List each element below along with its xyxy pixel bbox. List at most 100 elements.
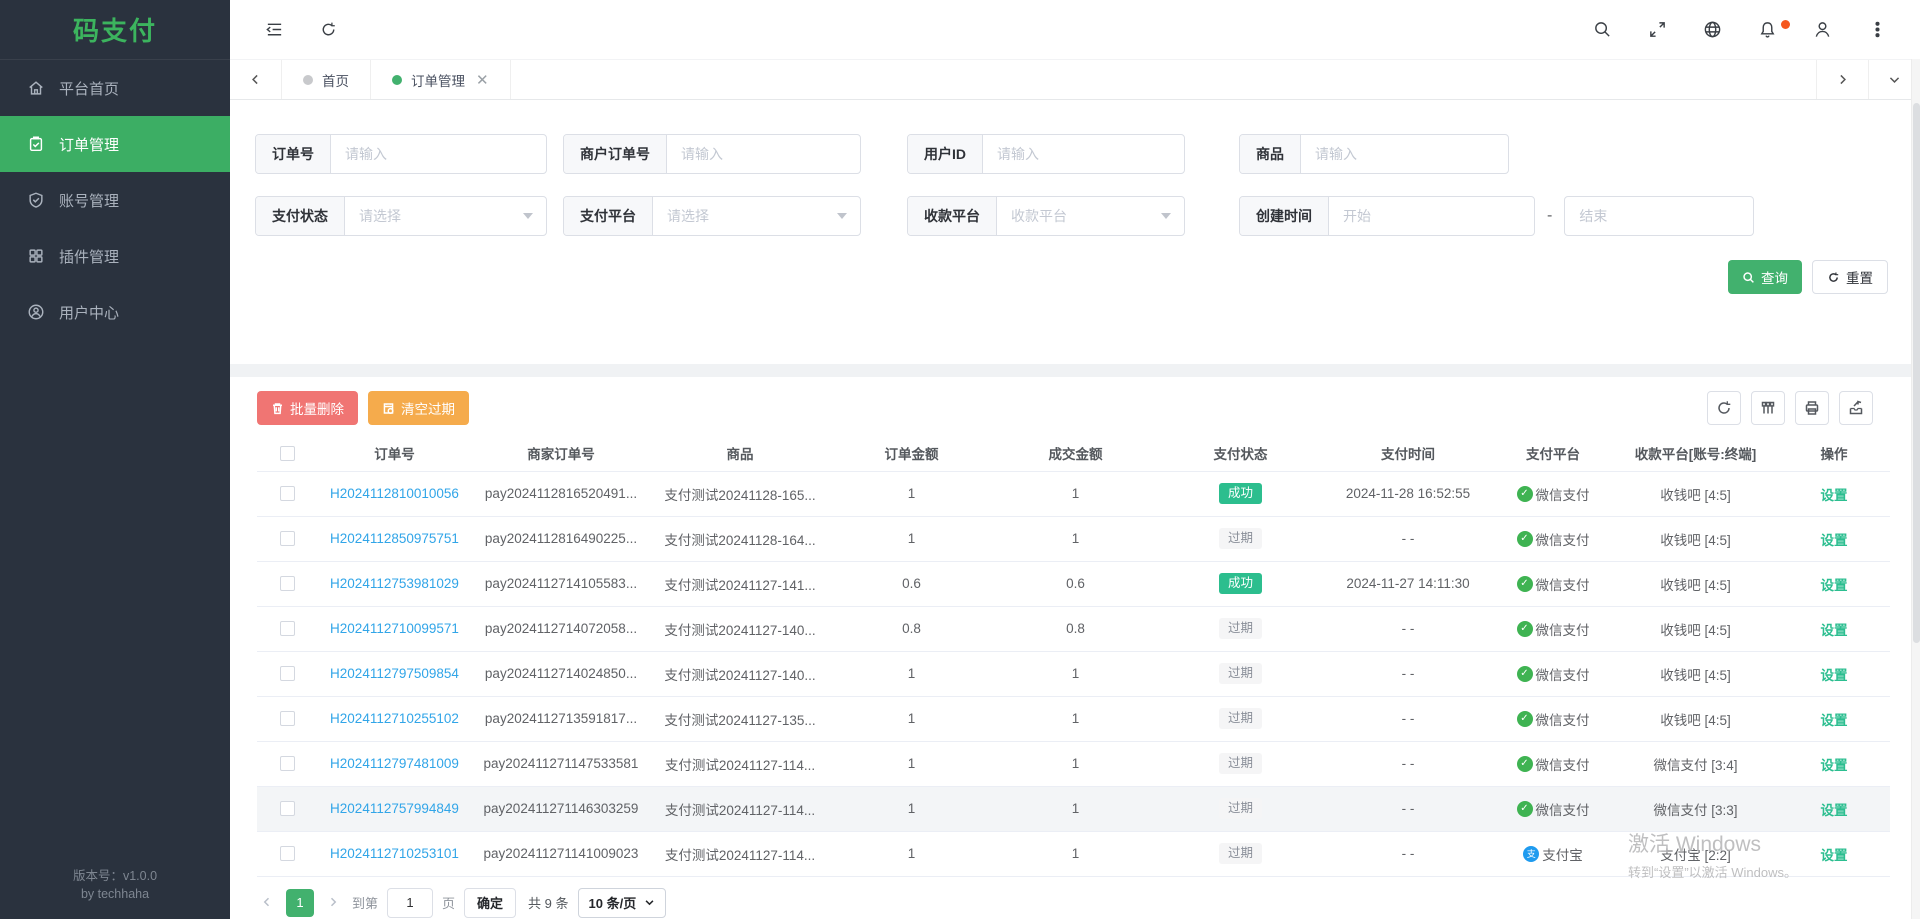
- settings-link[interactable]: 设置: [1821, 488, 1848, 503]
- sidebar-item-platform-home[interactable]: 平台首页: [0, 60, 230, 116]
- page-scrollbar[interactable]: [1911, 59, 1920, 919]
- tab-order-management[interactable]: 订单管理 ✕: [371, 60, 511, 99]
- version-info: 版本号：v1.0.0 by techhaha: [0, 867, 230, 903]
- row-checkbox[interactable]: [280, 846, 295, 861]
- tab-close-icon[interactable]: ✕: [476, 71, 489, 89]
- order-number-link[interactable]: H2024112710099571: [330, 621, 459, 636]
- col-header-product: 商品: [650, 436, 830, 471]
- export-button[interactable]: [1839, 391, 1873, 425]
- row-checkbox[interactable]: [280, 486, 295, 501]
- row-checkbox[interactable]: [280, 531, 295, 546]
- row-checkbox[interactable]: [280, 756, 295, 771]
- collect-platform-select[interactable]: 收款平台: [997, 197, 1184, 235]
- filter-label: 支付状态: [256, 197, 345, 235]
- scrollbar-thumb[interactable]: [1913, 103, 1920, 643]
- collapse-menu-icon[interactable]: [264, 20, 284, 40]
- settings-link[interactable]: 设置: [1821, 803, 1848, 818]
- settings-link[interactable]: 设置: [1821, 668, 1848, 683]
- tabs-scroll-left-button[interactable]: [230, 60, 282, 99]
- settings-link[interactable]: 设置: [1821, 848, 1848, 863]
- order-number-link[interactable]: H2024112797509854: [330, 666, 459, 681]
- table-row: H2024112797481009 pay202411271147533581 …: [257, 741, 1890, 786]
- paid-amount: 1: [1072, 486, 1080, 501]
- refresh-icon[interactable]: [318, 20, 338, 40]
- page-size-select[interactable]: 10 条/页: [578, 888, 667, 918]
- globe-icon[interactable]: [1702, 20, 1722, 40]
- settings-link[interactable]: 设置: [1821, 758, 1848, 773]
- table-row: H2024112810010056 pay2024112816520491...…: [257, 471, 1890, 516]
- filter-pay-status: 支付状态 请选择: [255, 196, 547, 236]
- settings-link[interactable]: 设置: [1821, 578, 1848, 593]
- content: 订单号 商户订单号 用户ID 商品: [230, 100, 1920, 919]
- tabs-scroll-right-button[interactable]: [1816, 60, 1868, 99]
- filter-order-no: 订单号: [255, 134, 547, 174]
- order-number-link[interactable]: H2024112757994849: [330, 801, 459, 816]
- user-icon[interactable]: [1812, 20, 1832, 40]
- batch-delete-button[interactable]: 批量删除: [257, 391, 358, 425]
- wechat-pay-icon: ✓: [1517, 621, 1533, 637]
- collect-account: 收钱吧 [4:5]: [1660, 713, 1731, 728]
- search-icon[interactable]: [1592, 20, 1612, 40]
- more-menu-icon[interactable]: [1867, 20, 1887, 40]
- row-checkbox[interactable]: [280, 621, 295, 636]
- paid-amount: 1: [1072, 756, 1080, 771]
- order-number-link[interactable]: H2024112810010056: [330, 486, 459, 501]
- fullscreen-icon[interactable]: [1647, 20, 1667, 40]
- row-checkbox[interactable]: [280, 711, 295, 726]
- filter-label: 创建时间: [1240, 197, 1329, 235]
- table-refresh-button[interactable]: [1707, 391, 1741, 425]
- print-button[interactable]: [1795, 391, 1829, 425]
- table-row: H2024112710255102 pay2024112713591817...…: [257, 696, 1890, 741]
- sidebar-item-order-management[interactable]: 订单管理: [0, 116, 230, 172]
- merchant-order-no: pay2024112816520491...: [485, 486, 637, 501]
- notifications-bell-icon[interactable]: [1757, 20, 1777, 40]
- pay-time: - -: [1402, 711, 1415, 726]
- settings-link[interactable]: 设置: [1821, 623, 1848, 638]
- clear-expired-button[interactable]: 清空过期: [368, 391, 469, 425]
- user-id-input[interactable]: [983, 135, 1184, 173]
- settings-link[interactable]: 设置: [1821, 533, 1848, 548]
- order-number-link[interactable]: H2024112797481009: [330, 756, 459, 771]
- row-checkbox[interactable]: [280, 576, 295, 591]
- prev-page-button[interactable]: [257, 895, 277, 911]
- pay-status-select[interactable]: 请选择: [345, 197, 546, 235]
- alipay-icon: 支: [1523, 846, 1539, 862]
- column-settings-button[interactable]: [1751, 391, 1785, 425]
- order-number-link[interactable]: H2024112753981029: [330, 576, 459, 591]
- select-all-checkbox[interactable]: [280, 446, 295, 461]
- pay-platform-select[interactable]: 请选择: [653, 197, 860, 235]
- product-name: 支付测试20241127-114...: [665, 758, 815, 773]
- order-no-input[interactable]: [331, 135, 546, 173]
- row-checkbox[interactable]: [280, 666, 295, 681]
- filter-label: 用户ID: [908, 135, 983, 173]
- goto-page-input[interactable]: [387, 888, 433, 918]
- order-number-link[interactable]: H2024112710255102: [330, 711, 459, 726]
- sidebar-item-account-management[interactable]: 账号管理: [0, 172, 230, 228]
- reset-button[interactable]: 重置: [1812, 260, 1888, 294]
- batch-delete-label: 批量删除: [290, 398, 344, 418]
- merchant-no-input[interactable]: [667, 135, 860, 173]
- date-end-input[interactable]: [1564, 196, 1754, 236]
- next-page-button[interactable]: [323, 895, 343, 911]
- query-button[interactable]: 查询: [1728, 260, 1802, 294]
- page-number-current[interactable]: 1: [286, 889, 314, 917]
- platform-name: 微信支付: [1536, 623, 1590, 638]
- sidebar-item-user-center[interactable]: 用户中心: [0, 284, 230, 340]
- select-placeholder: 请选择: [667, 206, 709, 226]
- goto-confirm-button[interactable]: 确定: [464, 888, 516, 918]
- page-size-value: 10 条/页: [589, 893, 637, 912]
- settings-link[interactable]: 设置: [1821, 713, 1848, 728]
- merchant-order-no: pay2024112713591817...: [485, 711, 637, 726]
- date-start-input[interactable]: [1329, 197, 1534, 235]
- row-checkbox[interactable]: [280, 801, 295, 816]
- order-number-link[interactable]: H2024112710253101: [330, 846, 459, 861]
- product-input[interactable]: [1301, 135, 1508, 173]
- sidebar-nav: 平台首页 订单管理 账号管理 插件管理 用户中心: [0, 60, 230, 340]
- tab-home[interactable]: 首页: [282, 60, 371, 99]
- order-number-link[interactable]: H2024112850975751: [330, 531, 459, 546]
- sidebar-item-plugin-management[interactable]: 插件管理: [0, 228, 230, 284]
- filter-label: 商户订单号: [564, 135, 667, 173]
- col-header-order-amount: 订单金额: [830, 436, 993, 471]
- table-row: H2024112850975751 pay2024112816490225...…: [257, 516, 1890, 561]
- product-name: 支付测试20241128-165...: [664, 488, 815, 503]
